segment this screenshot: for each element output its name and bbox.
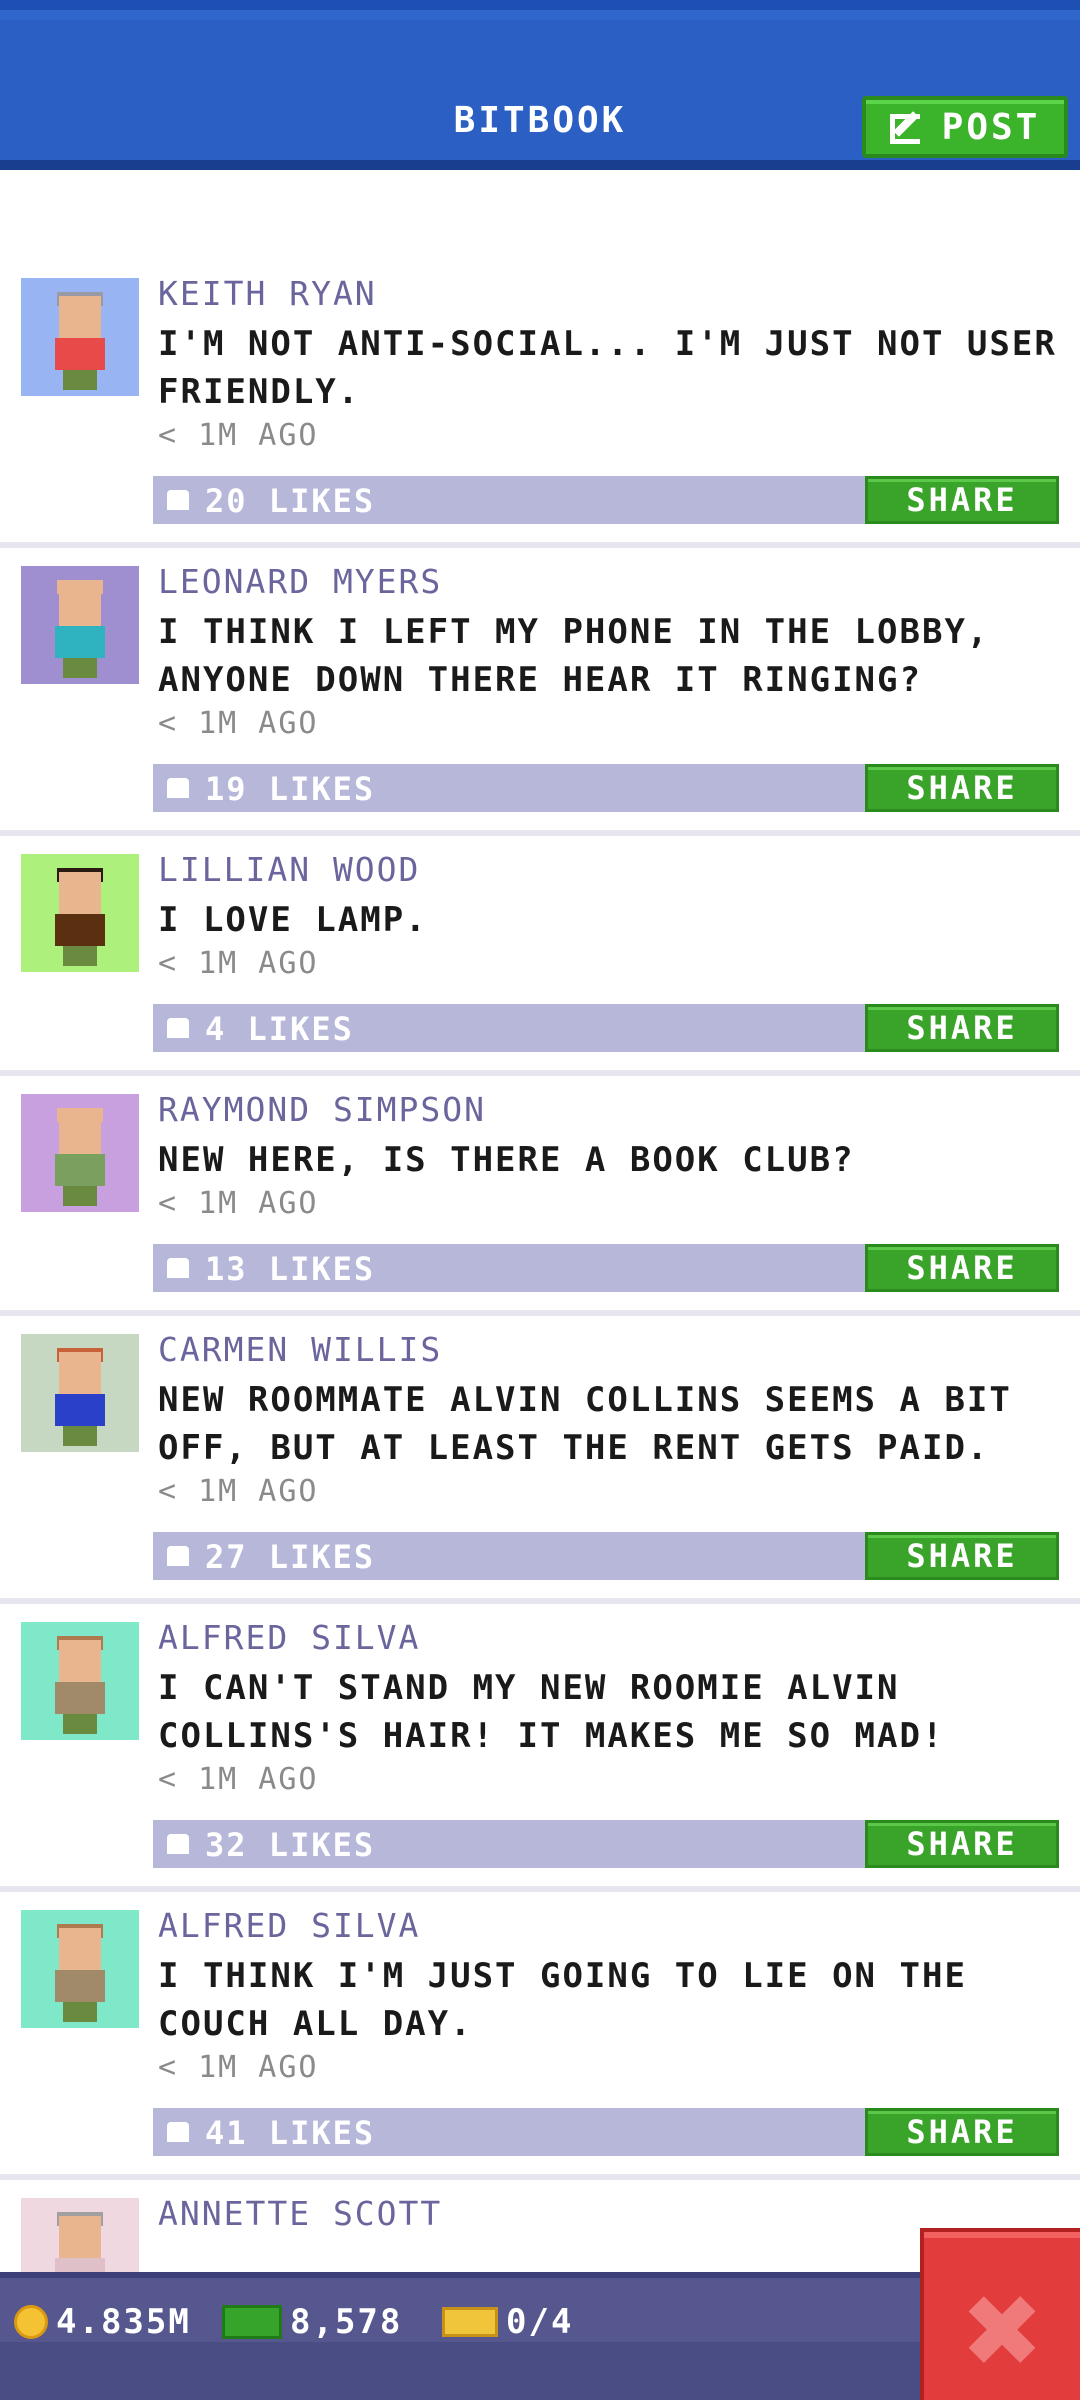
tickets-value: 0/4 <box>506 2302 574 2342</box>
post-timestamp: < 1M AGO <box>158 706 319 741</box>
post-button-label: POST <box>941 106 1041 148</box>
coins-value: 4.835M <box>56 2302 191 2342</box>
likes-count: 19 LIKES <box>205 770 376 808</box>
bux-value: 8,578 <box>290 2302 403 2342</box>
like-bar: 4 LIKES SHARE <box>153 1004 1059 1052</box>
share-button[interactable]: SHARE <box>865 476 1059 524</box>
post-text: I'M NOT ANTI-SOCIAL... I'M JUST NOT USER… <box>158 324 1057 412</box>
bux-icon <box>222 2305 282 2339</box>
avatar[interactable] <box>21 566 139 684</box>
coin-icon <box>14 2305 48 2339</box>
thumbs-up-icon <box>167 1258 189 1278</box>
likes-count: 32 LIKES <box>205 1826 376 1864</box>
close-button[interactable]: ✖ <box>920 2228 1080 2400</box>
post-text: I THINK I'M JUST GOING TO LIE ON THE COU… <box>158 1956 967 2044</box>
post-button[interactable]: POST <box>862 96 1068 158</box>
likes-count: 13 LIKES <box>205 1250 376 1288</box>
likes-count: 41 LIKES <box>205 2114 376 2152</box>
post-author: ANNETTE SCOTT <box>158 2194 443 2233</box>
thumbs-up-icon <box>167 2122 189 2142</box>
thumbs-up-icon <box>167 778 189 798</box>
like-bar: 32 LIKES SHARE <box>153 1820 1059 1868</box>
post-text: NEW HERE, IS THERE A BOOK CLUB? <box>158 1140 855 1180</box>
thumbs-up-icon <box>167 1834 189 1854</box>
bitbook-feed[interactable]: KEITH RYAN I'M NOT ANTI-SOCIAL... I'M JUS… <box>0 260 1080 2316</box>
post-text: I CAN'T STAND MY NEW ROOMIE ALVIN COLLIN… <box>158 1668 945 1756</box>
share-button[interactable]: SHARE <box>865 1532 1059 1580</box>
post-author: LEONARD MYERS <box>158 562 443 601</box>
post-author: KEITH RYAN <box>158 274 377 313</box>
thumbs-up-icon <box>167 1546 189 1566</box>
post-author: RAYMOND SIMPSON <box>158 1090 487 1129</box>
likes-count: 20 LIKES <box>205 482 376 520</box>
feed-post: RAYMOND SIMPSON NEW HERE, IS THERE A BOOK… <box>0 1076 1080 1316</box>
avatar[interactable] <box>21 854 139 972</box>
ticket-icon <box>442 2307 498 2337</box>
thumbs-up-icon <box>167 490 189 510</box>
feed-post: CARMEN WILLIS NEW ROOMMATE ALVIN COLLINS … <box>0 1316 1080 1604</box>
share-button[interactable]: SHARE <box>865 764 1059 812</box>
share-button[interactable]: SHARE <box>865 2108 1059 2156</box>
feed-post: LILLIAN WOOD I LOVE LAMP. < 1M AGO 4 LIKES S… <box>0 836 1080 1076</box>
post-timestamp: < 1M AGO <box>158 418 319 453</box>
post-timestamp: < 1M AGO <box>158 946 319 981</box>
avatar[interactable] <box>21 1334 139 1452</box>
post-text: I THINK I LEFT MY PHONE IN THE LOBBY, AN… <box>158 612 990 700</box>
like-bar: 19 LIKES SHARE <box>153 764 1059 812</box>
bux-stat: 8,578 <box>222 2302 402 2342</box>
like-bar: 27 LIKES SHARE <box>153 1532 1059 1580</box>
coins-stat: 4.835M <box>14 2302 191 2342</box>
feed-post: ALFRED SILVA I CAN'T STAND MY NEW ROOMIE … <box>0 1604 1080 1892</box>
like-bar: 20 LIKES SHARE <box>153 476 1059 524</box>
tickets-stat: 0/4 <box>442 2302 573 2342</box>
post-timestamp: < 1M AGO <box>158 1186 319 1221</box>
likes-count: 4 LIKES <box>205 1010 354 1048</box>
post-timestamp: < 1M AGO <box>158 2050 319 2085</box>
share-button[interactable]: SHARE <box>865 1244 1059 1292</box>
feed-post: KEITH RYAN I'M NOT ANTI-SOCIAL... I'M JUS… <box>0 260 1080 548</box>
post-timestamp: < 1M AGO <box>158 1762 319 1797</box>
compose-icon <box>889 108 928 146</box>
app-header: BITBOOK POST <box>0 0 1080 170</box>
share-button[interactable]: SHARE <box>865 1820 1059 1868</box>
post-author: CARMEN WILLIS <box>158 1330 443 1369</box>
like-bar: 13 LIKES SHARE <box>153 1244 1059 1292</box>
like-bar: 41 LIKES SHARE <box>153 2108 1059 2156</box>
post-timestamp: < 1M AGO <box>158 1474 319 1509</box>
thumbs-up-icon <box>167 1018 189 1038</box>
share-button[interactable]: SHARE <box>865 1004 1059 1052</box>
post-author: ALFRED SILVA <box>158 1906 421 1945</box>
avatar[interactable] <box>21 1622 139 1740</box>
post-author: LILLIAN WOOD <box>158 850 421 889</box>
post-text: NEW ROOMMATE ALVIN COLLINS SEEMS A BIT O… <box>158 1380 1012 1468</box>
post-author: ALFRED SILVA <box>158 1618 421 1657</box>
avatar[interactable] <box>21 1094 139 1212</box>
likes-count: 27 LIKES <box>205 1538 376 1576</box>
feed-post: ALFRED SILVA I THINK I'M JUST GOING TO LI… <box>0 1892 1080 2180</box>
avatar[interactable] <box>21 278 139 396</box>
feed-post: LEONARD MYERS I THINK I LEFT MY PHONE IN … <box>0 548 1080 836</box>
close-icon: ✖ <box>960 2272 1044 2390</box>
avatar[interactable] <box>21 1910 139 2028</box>
status-bar: 4.835M 8,578 0/4 <box>0 2272 1080 2400</box>
post-text: I LOVE LAMP. <box>158 900 428 940</box>
